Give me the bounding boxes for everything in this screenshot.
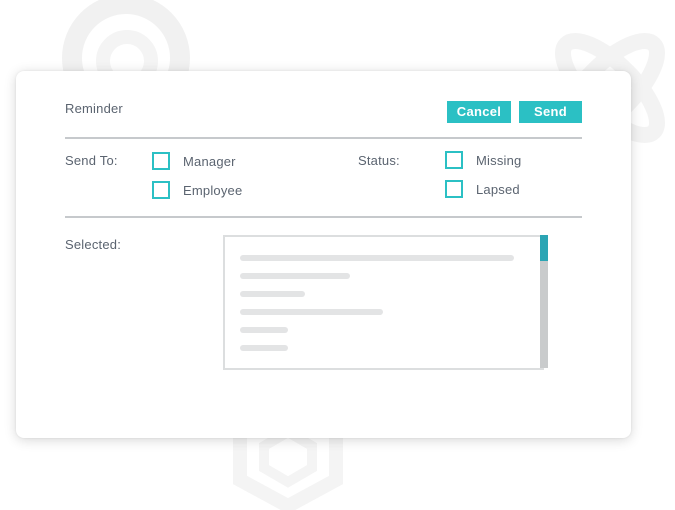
missing-checkbox[interactable]: Missing xyxy=(445,151,521,169)
cancel-button[interactable]: Cancel xyxy=(447,101,511,123)
manager-checkbox-label: Manager xyxy=(183,153,236,169)
page-background: Reminder Cancel Send Send To: Manager Em… xyxy=(0,0,675,510)
manager-checkbox[interactable]: Manager xyxy=(152,152,236,170)
checkbox-box[interactable] xyxy=(152,152,170,170)
listbox-scrollbar[interactable] xyxy=(540,235,548,368)
placeholder-line xyxy=(240,273,350,279)
checkbox-box[interactable] xyxy=(152,181,170,199)
missing-checkbox-label: Missing xyxy=(476,152,522,168)
header-divider xyxy=(65,137,582,139)
placeholder-line xyxy=(240,345,288,351)
lapsed-checkbox-label: Lapsed xyxy=(476,181,520,197)
lapsed-checkbox[interactable]: Lapsed xyxy=(445,180,520,198)
reminder-dialog: Reminder Cancel Send Send To: Manager Em… xyxy=(16,71,631,438)
send-button[interactable]: Send xyxy=(519,101,582,123)
section-divider xyxy=(65,216,582,218)
placeholder-line xyxy=(240,327,288,333)
dialog-title: Reminder xyxy=(65,101,123,116)
checkbox-box[interactable] xyxy=(445,151,463,169)
status-label: Status: xyxy=(358,153,400,168)
selected-listbox[interactable] xyxy=(223,235,544,370)
listbox-placeholder-lines xyxy=(240,255,514,363)
send-to-label: Send To: xyxy=(65,153,118,168)
scrollbar-thumb[interactable] xyxy=(540,235,548,261)
placeholder-line xyxy=(240,255,514,261)
employee-checkbox-label: Employee xyxy=(183,182,243,198)
placeholder-line xyxy=(240,309,383,315)
checkbox-box[interactable] xyxy=(445,180,463,198)
employee-checkbox[interactable]: Employee xyxy=(152,181,242,199)
placeholder-line xyxy=(240,291,305,297)
selected-label: Selected: xyxy=(65,237,122,252)
